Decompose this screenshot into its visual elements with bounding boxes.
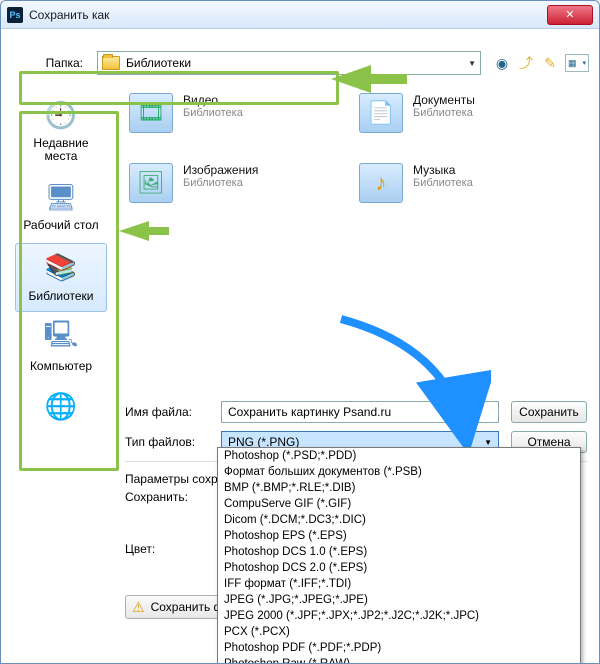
folder-row: Папка: Библиотеки ▼ ◉ ⤴ ✎ ▦ bbox=[11, 51, 589, 75]
library-images[interactable]: 🖼 Изображения Библиотека bbox=[129, 163, 319, 203]
folder-label: Папка: bbox=[11, 56, 91, 70]
filetype-dropdown[interactable]: Photoshop (*.PSD;*.PDD)Формат больших до… bbox=[217, 447, 581, 664]
place-desktop-label: Рабочий стол bbox=[17, 219, 105, 232]
window-title: Сохранить как bbox=[29, 8, 547, 22]
up-icon[interactable]: ⤴ bbox=[517, 54, 535, 72]
network-icon: 🌐 bbox=[40, 389, 82, 425]
place-computer-label: Компьютер bbox=[17, 360, 105, 373]
library-docs-name: Документы bbox=[413, 93, 475, 107]
filename-input[interactable] bbox=[221, 401, 499, 423]
place-network[interactable]: 🌐 bbox=[15, 383, 107, 437]
music-icon: ♪ bbox=[359, 163, 403, 203]
annotation-arrow-top bbox=[331, 65, 371, 93]
library-docs[interactable]: 📄 Документы Библиотека bbox=[359, 93, 549, 133]
filetype-option[interactable]: Photoshop EPS (*.EPS) bbox=[218, 528, 580, 544]
place-recent-label: Недавние места bbox=[17, 137, 105, 163]
library-music[interactable]: ♪ Музыка Библиотека bbox=[359, 163, 549, 203]
titlebar[interactable]: Ps Сохранить как ✕ bbox=[1, 1, 599, 29]
place-desktop[interactable]: 🖥 Рабочий стол bbox=[15, 173, 107, 240]
places-bar: 🕘 Недавние места 🖥 Рабочий стол 📚 Библио… bbox=[11, 85, 111, 437]
app-icon: Ps bbox=[7, 7, 23, 23]
video-icon: 🎞 bbox=[129, 93, 173, 133]
filetype-option[interactable]: Формат больших документов (*.PSB) bbox=[218, 464, 580, 480]
filetype-option[interactable]: IFF формат (*.IFF;*.TDI) bbox=[218, 576, 580, 592]
folder-value: Библиотеки bbox=[126, 56, 191, 70]
documents-icon: 📄 bbox=[359, 93, 403, 133]
back-icon[interactable]: ◉ bbox=[493, 54, 511, 72]
annotation-arrow-side bbox=[119, 221, 149, 241]
filetype-option[interactable]: Dicom (*.DCM;*.DC3;*.DIC) bbox=[218, 512, 580, 528]
library-docs-sub: Библиотека bbox=[413, 107, 475, 119]
folder-icon bbox=[102, 56, 120, 70]
save-as-dialog: Ps Сохранить как ✕ Папка: Библиотеки ▼ ◉… bbox=[0, 0, 600, 664]
library-video[interactable]: 🎞 Видео Библиотека bbox=[129, 93, 319, 133]
chevron-down-icon: ▼ bbox=[484, 438, 492, 447]
library-images-name: Изображения bbox=[183, 163, 258, 177]
filetype-option[interactable]: Photoshop PDF (*.PDF;*.PDP) bbox=[218, 640, 580, 656]
images-icon: 🖼 bbox=[129, 163, 173, 203]
warning-icon: ⚠ bbox=[132, 599, 145, 616]
newfolder-icon[interactable]: ✎ bbox=[541, 54, 559, 72]
save-button[interactable]: Сохранить bbox=[511, 401, 587, 423]
place-recent[interactable]: 🕘 Недавние места bbox=[15, 91, 107, 171]
library-images-sub: Библиотека bbox=[183, 177, 258, 189]
views-button[interactable]: ▦ bbox=[565, 54, 589, 72]
chevron-down-icon: ▼ bbox=[468, 59, 476, 68]
filetype-option[interactable]: JPEG (*.JPG;*.JPEG;*.JPE) bbox=[218, 592, 580, 608]
filetype-option[interactable]: Photoshop DCS 2.0 (*.EPS) bbox=[218, 560, 580, 576]
library-video-sub: Библиотека bbox=[183, 107, 243, 119]
filetype-option[interactable]: Photoshop Raw (*.RAW) bbox=[218, 656, 580, 664]
computer-icon: 🖳 bbox=[40, 320, 82, 356]
close-button[interactable]: ✕ bbox=[547, 5, 593, 25]
filename-label: Имя файла: bbox=[125, 405, 209, 419]
library-video-name: Видео bbox=[183, 93, 243, 107]
folder-combo[interactable]: Библиотеки ▼ bbox=[97, 51, 481, 75]
filetype-option[interactable]: Photoshop DCS 1.0 (*.EPS) bbox=[218, 544, 580, 560]
filetype-option[interactable]: PCX (*.PCX) bbox=[218, 624, 580, 640]
filetype-option[interactable]: BMP (*.BMP;*.RLE;*.DIB) bbox=[218, 480, 580, 496]
filetype-option[interactable]: JPEG 2000 (*.JPF;*.JPX;*.JP2;*.J2C;*.J2K… bbox=[218, 608, 580, 624]
place-libraries[interactable]: 📚 Библиотеки bbox=[15, 243, 107, 312]
filetype-option[interactable]: CompuServe GIF (*.GIF) bbox=[218, 496, 580, 512]
desktop-icon: 🖥 bbox=[40, 179, 82, 215]
nav-icons: ◉ ⤴ ✎ ▦ bbox=[487, 54, 589, 72]
place-libraries-label: Библиотеки bbox=[18, 290, 104, 303]
library-music-sub: Библиотека bbox=[413, 177, 473, 189]
filetype-label: Тип файлов: bbox=[125, 435, 209, 449]
place-computer[interactable]: 🖳 Компьютер bbox=[15, 314, 107, 381]
library-music-name: Музыка bbox=[413, 163, 473, 177]
folder-content: 🎞 Видео Библиотека 📄 Документы Библиотек… bbox=[111, 85, 589, 437]
recent-icon: 🕘 bbox=[40, 97, 82, 133]
filetype-option[interactable]: Photoshop (*.PSD;*.PDD) bbox=[218, 448, 580, 464]
libraries-icon: 📚 bbox=[40, 250, 82, 286]
